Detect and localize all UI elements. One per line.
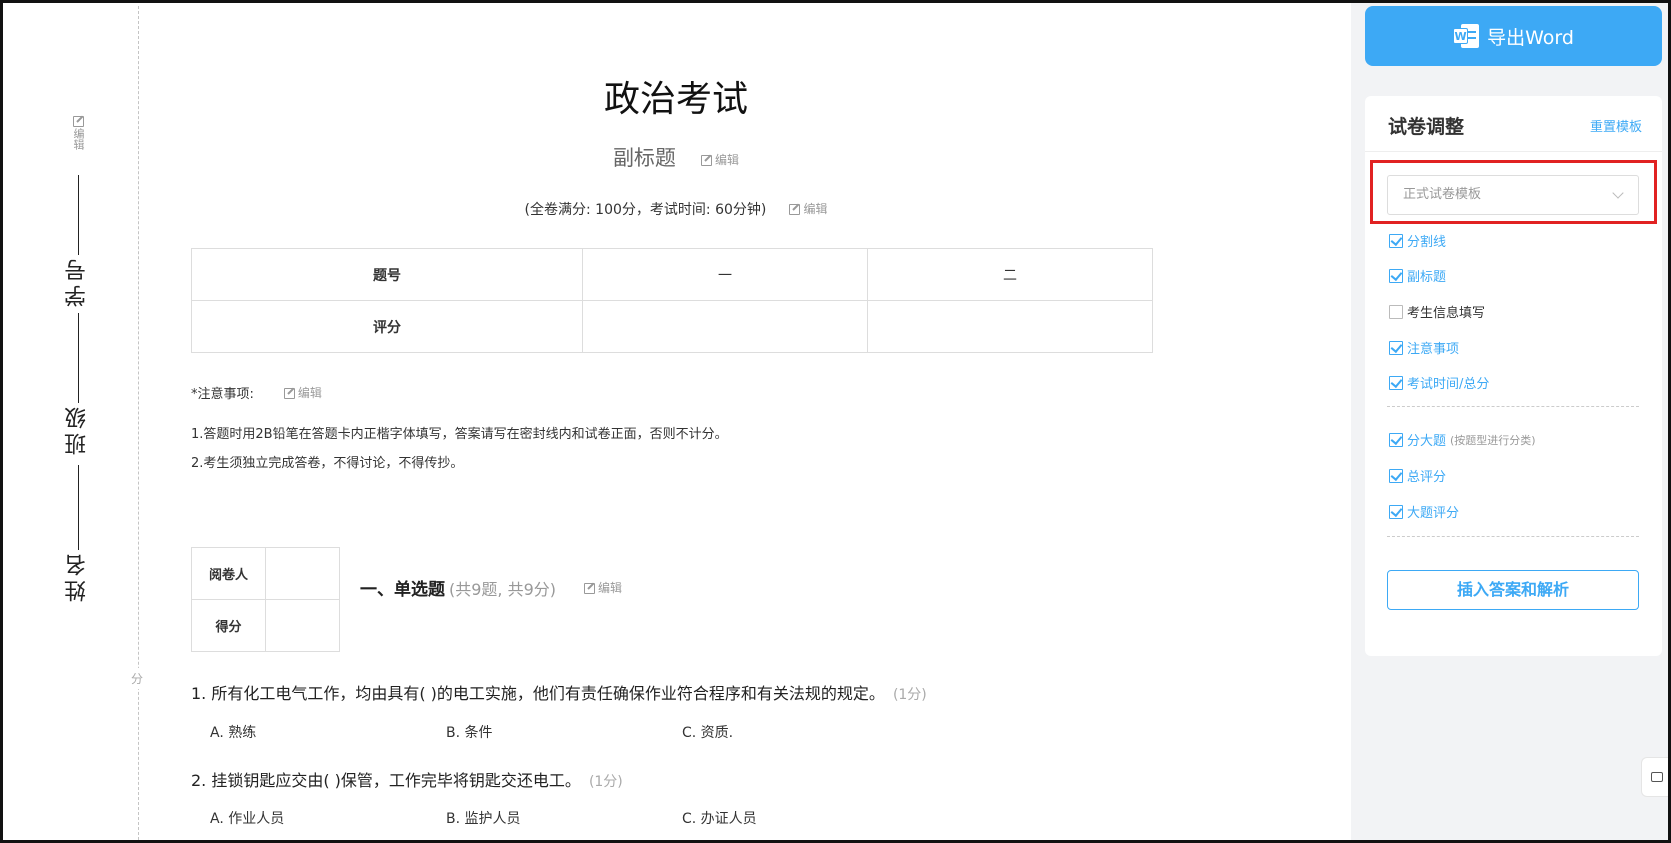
table-cell bbox=[867, 300, 1153, 353]
question-text: 1. 所有化工电气工作，均由具有( )的电工实施，他们有责任确保作业符合程序和有… bbox=[191, 684, 885, 703]
question-item[interactable]: 2. 挂锁钥匙应交由( )保管，工作完毕将钥匙交还电工。 (1分) bbox=[191, 767, 623, 791]
checkbox-checked[interactable] bbox=[1389, 432, 1403, 447]
question-options: A. 作业人员 B. 监护人员 C. 办证人员 bbox=[210, 808, 918, 828]
reviewer-label: 阅卷人 bbox=[191, 547, 266, 600]
edit-icon bbox=[701, 154, 713, 166]
student-field-label: 班级 bbox=[65, 403, 90, 455]
option-note: (按题型进行分类) bbox=[1450, 433, 1536, 447]
checkbox-unchecked[interactable] bbox=[1389, 304, 1403, 319]
option-divider-line[interactable]: 分割线 bbox=[1389, 231, 1446, 250]
exam-paper bbox=[3, 3, 1351, 840]
table-header-cell: 评分 bbox=[191, 300, 583, 353]
score-label: 得分 bbox=[191, 599, 266, 652]
edit-icon bbox=[789, 203, 801, 215]
reset-template-link[interactable]: 重置模板 bbox=[1590, 116, 1642, 135]
field-line bbox=[77, 175, 79, 255]
question-points: (1分) bbox=[588, 774, 623, 790]
student-field-id: 学号 bbox=[62, 175, 94, 307]
seal-mark: 分 bbox=[131, 668, 144, 689]
score-table: 题号 一 二 评分 bbox=[191, 248, 1153, 353]
student-field-name: 姓名 bbox=[62, 465, 94, 602]
paper-subtitle[interactable]: 副标题 bbox=[613, 146, 676, 170]
option-section-score[interactable]: 大题评分 bbox=[1389, 502, 1459, 521]
divider bbox=[1387, 406, 1639, 407]
option-notice[interactable]: 注意事项 bbox=[1389, 338, 1459, 357]
field-line bbox=[77, 465, 79, 550]
panel-header: 试卷调整 重置模板 bbox=[1365, 96, 1662, 152]
table-cell: 二 bbox=[867, 248, 1153, 301]
table-cell bbox=[265, 547, 340, 600]
divider bbox=[1387, 536, 1639, 537]
notice-line: 1.答题时用2B铅笔在答题卡内正楷字体填写，答案请写在密封线内和试卷正面，否则不… bbox=[191, 427, 728, 442]
feedback-tab[interactable] bbox=[1641, 757, 1671, 797]
checkbox-checked[interactable] bbox=[1389, 268, 1403, 283]
question-item[interactable]: 1. 所有化工电气工作，均由具有( )的电工实施，他们有责任确保作业符合程序和有… bbox=[191, 680, 927, 704]
question-options: A. 熟练 B. 条件 C. 资质. bbox=[210, 722, 918, 742]
student-field-label: 学号 bbox=[65, 255, 90, 307]
checkbox-checked[interactable] bbox=[1389, 504, 1403, 519]
checkbox-checked[interactable] bbox=[1389, 375, 1403, 390]
table-row: 评分 bbox=[191, 300, 1153, 353]
exam-info: (全卷满分: 100分，考试时间: 60分钟) bbox=[524, 202, 767, 218]
section-edit-link[interactable]: 编辑 bbox=[584, 579, 622, 596]
table-cell: 一 bbox=[582, 248, 868, 301]
checkbox-checked[interactable] bbox=[1389, 340, 1403, 355]
highlight-box bbox=[1370, 160, 1657, 224]
field-line bbox=[77, 313, 79, 403]
checkbox-checked[interactable] bbox=[1389, 233, 1403, 248]
section-title-row: 一、单选题 (共9题, 共9分) 编辑 bbox=[360, 575, 622, 601]
option: B. 条件 bbox=[446, 725, 493, 741]
student-field-label: 姓名 bbox=[65, 550, 90, 602]
section-count: (共9题, 共9分) bbox=[449, 579, 557, 599]
notice-header: *注意事项: 编辑 bbox=[191, 383, 322, 402]
option-total-score[interactable]: 总评分 bbox=[1389, 466, 1446, 485]
question-points: (1分) bbox=[892, 687, 927, 703]
student-info-strip: 编辑 学号 班级 姓名 bbox=[40, 115, 110, 635]
option: C. 资质. bbox=[682, 725, 734, 741]
student-field-class: 班级 bbox=[62, 313, 94, 455]
edit-icon bbox=[72, 115, 84, 127]
table-row: 阅卷人 bbox=[191, 547, 340, 600]
student-info-edit-link[interactable]: 编辑 bbox=[70, 115, 86, 150]
table-header-cell: 题号 bbox=[191, 248, 583, 301]
table-cell bbox=[582, 300, 868, 353]
edit-icon bbox=[584, 582, 596, 594]
info-edit-link[interactable]: 编辑 bbox=[789, 200, 827, 217]
chat-icon bbox=[1651, 772, 1663, 782]
notice-edit-link[interactable]: 编辑 bbox=[283, 384, 322, 401]
option: A. 熟练 bbox=[210, 725, 257, 741]
subtitle-edit-link[interactable]: 编辑 bbox=[701, 151, 739, 168]
subtitle-row: 副标题 编辑 bbox=[191, 142, 1161, 172]
option-time-total[interactable]: 考试时间/总分 bbox=[1389, 373, 1489, 392]
exam-info-row: (全卷满分: 100分，考试时间: 60分钟) 编辑 bbox=[191, 199, 1161, 219]
section-title: 一、单选题 bbox=[360, 580, 445, 600]
option: A. 作业人员 bbox=[210, 811, 285, 827]
notice-line: 2.考生须独立完成答卷，不得讨论，不得传抄。 bbox=[191, 456, 464, 471]
paper-title[interactable]: 政治考试 bbox=[191, 70, 1161, 122]
table-row: 题号 一 二 bbox=[191, 248, 1153, 301]
table-row: 得分 bbox=[191, 599, 340, 652]
notice-title: *注意事项: bbox=[191, 387, 254, 402]
option-subtitle[interactable]: 副标题 bbox=[1389, 266, 1446, 285]
question-text: 2. 挂锁钥匙应交由( )保管，工作完毕将钥匙交还电工。 bbox=[191, 771, 581, 790]
option: C. 办证人员 bbox=[682, 811, 757, 827]
insert-answer-button[interactable]: 插入答案和解析 bbox=[1387, 570, 1639, 610]
grader-table: 阅卷人 得分 bbox=[191, 547, 340, 652]
table-cell bbox=[265, 599, 340, 652]
option-sections[interactable]: 分大题 (按题型进行分类) bbox=[1389, 430, 1536, 449]
export-word-label: 导出Word bbox=[1487, 26, 1574, 49]
checkbox-checked[interactable] bbox=[1389, 468, 1403, 483]
panel-title: 试卷调整 bbox=[1388, 116, 1465, 138]
edit-icon bbox=[283, 387, 295, 399]
export-word-button[interactable]: W 导出Word bbox=[1365, 6, 1662, 66]
word-icon: W bbox=[1453, 24, 1480, 48]
option: B. 监护人员 bbox=[446, 811, 521, 827]
option-student-info[interactable]: 考生信息填写 bbox=[1389, 302, 1485, 321]
seal-line bbox=[138, 6, 139, 840]
